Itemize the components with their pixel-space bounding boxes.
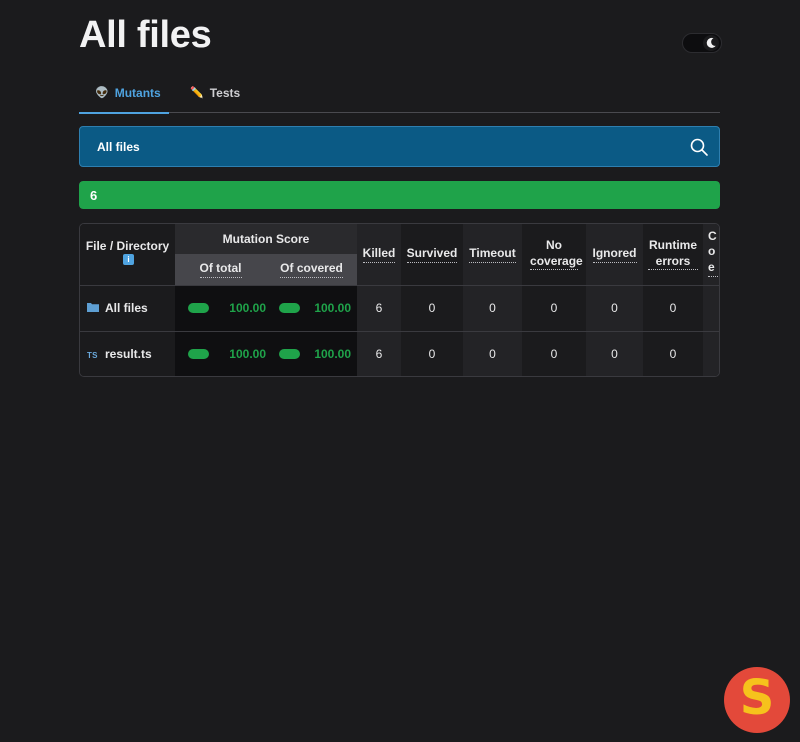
page: All files 👽 Mutants ✏️ Tests All files 6 — [0, 0, 800, 742]
compile-errors-cell — [703, 331, 719, 376]
header-survived-label: Survived — [406, 246, 458, 263]
header-survived[interactable]: Survived — [401, 224, 464, 285]
tab-mutants-label: Mutants — [114, 85, 161, 100]
survived-cell: 0 — [401, 285, 464, 331]
of-covered-value: 100.00 — [314, 301, 352, 315]
header-no-coverage-label: No coverage — [530, 238, 583, 271]
typescript-file-icon: TS — [87, 350, 98, 360]
no-coverage-cell: 0 — [522, 285, 587, 331]
of-covered-value: 100.00 — [314, 347, 352, 362]
header-of-total-label: Of total — [199, 261, 242, 278]
tab-tests-label: Tests — [209, 85, 241, 100]
header-of-covered-label: Of covered — [280, 261, 343, 278]
badge-letter: S — [739, 670, 775, 726]
of-covered-cell: 100.00 — [266, 285, 358, 331]
progress-value: 6 — [90, 187, 98, 203]
metrics-table-container[interactable]: File / Directory i Mutation Score Killed… — [79, 223, 720, 377]
breadcrumb-item[interactable]: All files — [97, 140, 140, 154]
folder-icon — [87, 301, 99, 315]
header-no-coverage[interactable]: No coverage — [522, 224, 587, 285]
header-timeout-label: Timeout — [469, 246, 516, 263]
ignored-cell: 0 — [586, 331, 644, 376]
of-total-value: 100.00 — [229, 301, 266, 315]
header-compile-errors-label: Co e — [708, 229, 719, 277]
file-cell[interactable]: All files — [80, 285, 175, 331]
progress-fill: 6 — [79, 181, 720, 209]
table-row: All files 100.00 100.00 6 0 0 0 0 0 — [80, 285, 719, 331]
breadcrumb: All files — [79, 126, 720, 167]
info-icon[interactable]: i — [123, 254, 134, 266]
timeout-cell: 0 — [463, 331, 523, 376]
of-total-value: 100.00 — [229, 347, 266, 362]
timeout-cell: 0 — [463, 285, 523, 331]
theme-toggle[interactable] — [682, 33, 722, 53]
mutant-progress-bar: 6 — [79, 181, 720, 209]
page-title: All files — [79, 14, 212, 56]
runtime-errors-cell: 0 — [643, 285, 704, 331]
metrics-table: File / Directory i Mutation Score Killed… — [80, 224, 719, 376]
header-killed-label: Killed — [362, 246, 396, 263]
search-icon[interactable] — [689, 137, 709, 157]
header-runtime-errors-label: Runtime errors — [648, 238, 699, 271]
score-pill — [279, 349, 300, 360]
score-pill — [188, 303, 209, 313]
score-pill — [279, 303, 300, 313]
tab-tests[interactable]: ✏️ Tests — [178, 72, 248, 113]
ignored-cell: 0 — [586, 285, 644, 331]
compile-errors-cell — [703, 285, 719, 331]
header-killed[interactable]: Killed — [357, 224, 402, 285]
header-ignored[interactable]: Ignored — [586, 224, 644, 285]
file-cell[interactable]: TS result.ts — [80, 331, 175, 376]
runtime-errors-cell: 0 — [643, 331, 704, 376]
of-covered-cell: 100.00 — [266, 331, 358, 376]
header-ignored-label: Ignored — [592, 246, 637, 263]
header-runtime-errors[interactable]: Runtime errors — [643, 224, 704, 285]
header-file-label: File / Directory — [85, 238, 170, 253]
header-file: File / Directory i — [80, 224, 175, 285]
header-of-covered[interactable]: Of covered — [266, 254, 358, 285]
of-total-cell: 100.00 — [175, 285, 266, 331]
table-row: TS result.ts 100.00 100.00 6 0 0 0 0 0 — [80, 331, 719, 376]
score-pill — [188, 349, 209, 360]
no-coverage-cell: 0 — [522, 331, 587, 376]
pencil-icon: ✏️ — [190, 87, 204, 99]
stryker-logo-badge[interactable]: S — [724, 667, 790, 733]
of-total-cell: 100.00 — [175, 331, 266, 376]
survived-cell: 0 — [401, 331, 464, 376]
header-mutation-score: Mutation Score — [175, 224, 358, 254]
killed-cell: 6 — [357, 285, 402, 331]
tab-mutants[interactable]: 👽 Mutants — [79, 72, 169, 114]
file-name[interactable]: All files — [105, 301, 148, 315]
header-of-total[interactable]: Of total — [175, 254, 266, 285]
tab-bar: 👽 Mutants ✏️ Tests — [79, 72, 720, 114]
header-compile-errors[interactable]: Co e — [703, 224, 719, 285]
file-name[interactable]: result.ts — [105, 347, 152, 361]
moon-icon — [703, 35, 719, 51]
killed-cell: 6 — [357, 331, 402, 376]
alien-icon: 👽 — [95, 87, 109, 99]
header-timeout[interactable]: Timeout — [463, 224, 523, 285]
